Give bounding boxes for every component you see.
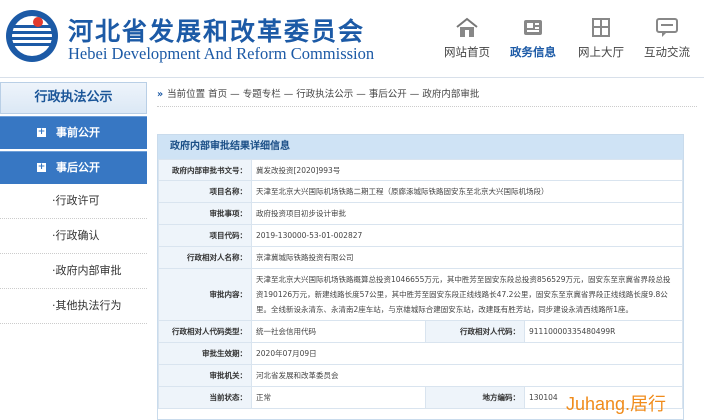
nav-news-label: 政务信息 [510, 45, 556, 59]
project-code: 2019-130000-53-01-002827 [251, 224, 683, 247]
nav-hall[interactable]: 网上大厅 [570, 14, 632, 66]
sidebar-item-internal-approval[interactable]: ·政府内部审批 [0, 254, 147, 289]
sidebar-cat-label: 事后公开 [56, 161, 100, 174]
sidebar-cat-before[interactable]: + 事前公开 [0, 116, 147, 149]
field-label: 审批事项： [158, 202, 252, 225]
table-row: 审批机关： 河北省发展和改革委员会 [158, 364, 683, 387]
breadcrumb-arrow-icon: » [157, 89, 164, 100]
watermark: Juhang.居行 [566, 394, 667, 414]
field-label: 地方编码： [425, 386, 525, 409]
breadcrumb-text: 当前位置 首页 — 专题专栏 — 行政执法公示 — 事后公开 — 政府内部审批 [167, 89, 480, 100]
nav-home[interactable]: 网站首页 [436, 14, 498, 66]
table-row: 项目代码： 2019-130000-53-01-002827 [158, 224, 683, 247]
sidebar-item-other[interactable]: ·其他执法行为 [0, 289, 147, 324]
table-row: 审批事项： 政府投资项目初步设计审批 [158, 202, 683, 225]
authority: 河北省发展和改革委员会 [251, 364, 683, 387]
table-row: 政府内部审批书文号： 冀发改投资[2020]993号 [158, 159, 683, 181]
field-label: 行政相对人代码类型： [158, 320, 252, 343]
field-label: 项目代码： [158, 224, 252, 247]
field-label: 审批生效期： [158, 342, 252, 365]
nav-news[interactable]: 政务信息 [502, 14, 564, 66]
sidebar-item-confirm[interactable]: ·行政确认 [0, 219, 147, 254]
detail-panel: 政府内部审批结果详细信息 政府内部审批书文号： 冀发改投资[2020]993号 … [157, 134, 684, 420]
nav-hall-label: 网上大厅 [578, 45, 624, 59]
table-row: 审批内容： 天津至北京大兴国际机场铁路概算总投资1046655万元，其中胜芳至固… [158, 268, 683, 321]
site-subtitle: Hebei Development And Reform Commission [68, 44, 375, 63]
effective-date: 2020年07月09日 [251, 342, 683, 365]
status: 正常 [251, 386, 426, 409]
field-label: 审批内容： [158, 268, 252, 321]
sidebar-cat-label: 事前公开 [56, 126, 100, 139]
project-name: 天津至北京大兴国际机场铁路二期工程（原廊涿城际铁路固安东至北京大兴国际机场段） [251, 180, 683, 203]
detail-table: 政府内部审批书文号： 冀发改投资[2020]993号 项目名称： 天津至北京大兴… [158, 159, 683, 409]
party-name: 京津冀城际铁路投资有限公司 [251, 246, 683, 269]
doc-number: 冀发改投资[2020]993号 [251, 159, 683, 181]
sidebar-item-permit[interactable]: ·行政许可 [0, 184, 147, 219]
field-label: 行政相对人名称： [158, 246, 252, 269]
field-label: 行政相对人代码： [425, 320, 525, 343]
sidebar: 行政执法公示 + 事前公开 + 事后公开 ·行政许可 ·行政确认 ·政府内部审批… [0, 82, 147, 418]
sidebar-cat-after[interactable]: + 事后公开 [0, 151, 147, 184]
site-title: 河北省发展和改革委员会 [68, 17, 366, 46]
chat-icon [656, 18, 678, 37]
field-label: 项目名称： [158, 180, 252, 203]
cert-type: 统一社会信用代码 [251, 320, 426, 343]
hall-icon [592, 18, 610, 37]
field-label: 当前状态： [158, 386, 252, 409]
news-icon [524, 20, 542, 35]
site-header: 河北省发展和改革委员会 Hebei Development And Reform… [0, 0, 704, 78]
site-logo-icon [6, 10, 58, 62]
sidebar-title: 行政执法公示 [0, 82, 147, 114]
field-label: 审批机关： [158, 364, 252, 387]
table-row: 项目名称： 天津至北京大兴国际机场铁路二期工程（原廊涿城际铁路固安东至北京大兴国… [158, 180, 683, 203]
breadcrumb: » 当前位置 首页 — 专题专栏 — 行政执法公示 — 事后公开 — 政府内部审批 [157, 84, 697, 107]
detail-title: 政府内部审批结果详细信息 [158, 135, 683, 159]
approval-matter: 政府投资项目初步设计审批 [251, 202, 683, 225]
plus-icon: + [37, 162, 46, 172]
party-code: 91110000335480499R [524, 320, 683, 343]
table-row: 行政相对人名称： 京津冀城际铁路投资有限公司 [158, 246, 683, 269]
home-icon [456, 17, 478, 37]
approval-content: 天津至北京大兴国际机场铁路概算总投资1046655万元，其中胜芳至固安东段总投资… [251, 268, 683, 321]
field-label: 政府内部审批书文号： [158, 159, 252, 181]
nav-interact-label: 互动交流 [644, 45, 690, 59]
nav-home-label: 网站首页 [444, 45, 490, 59]
table-row: 行政相对人代码类型： 统一社会信用代码 行政相对人代码： 91110000335… [158, 320, 683, 343]
nav-interact[interactable]: 互动交流 [636, 14, 698, 66]
plus-icon: + [37, 127, 46, 137]
table-row: 审批生效期： 2020年07月09日 [158, 342, 683, 365]
header-divider [0, 77, 704, 78]
